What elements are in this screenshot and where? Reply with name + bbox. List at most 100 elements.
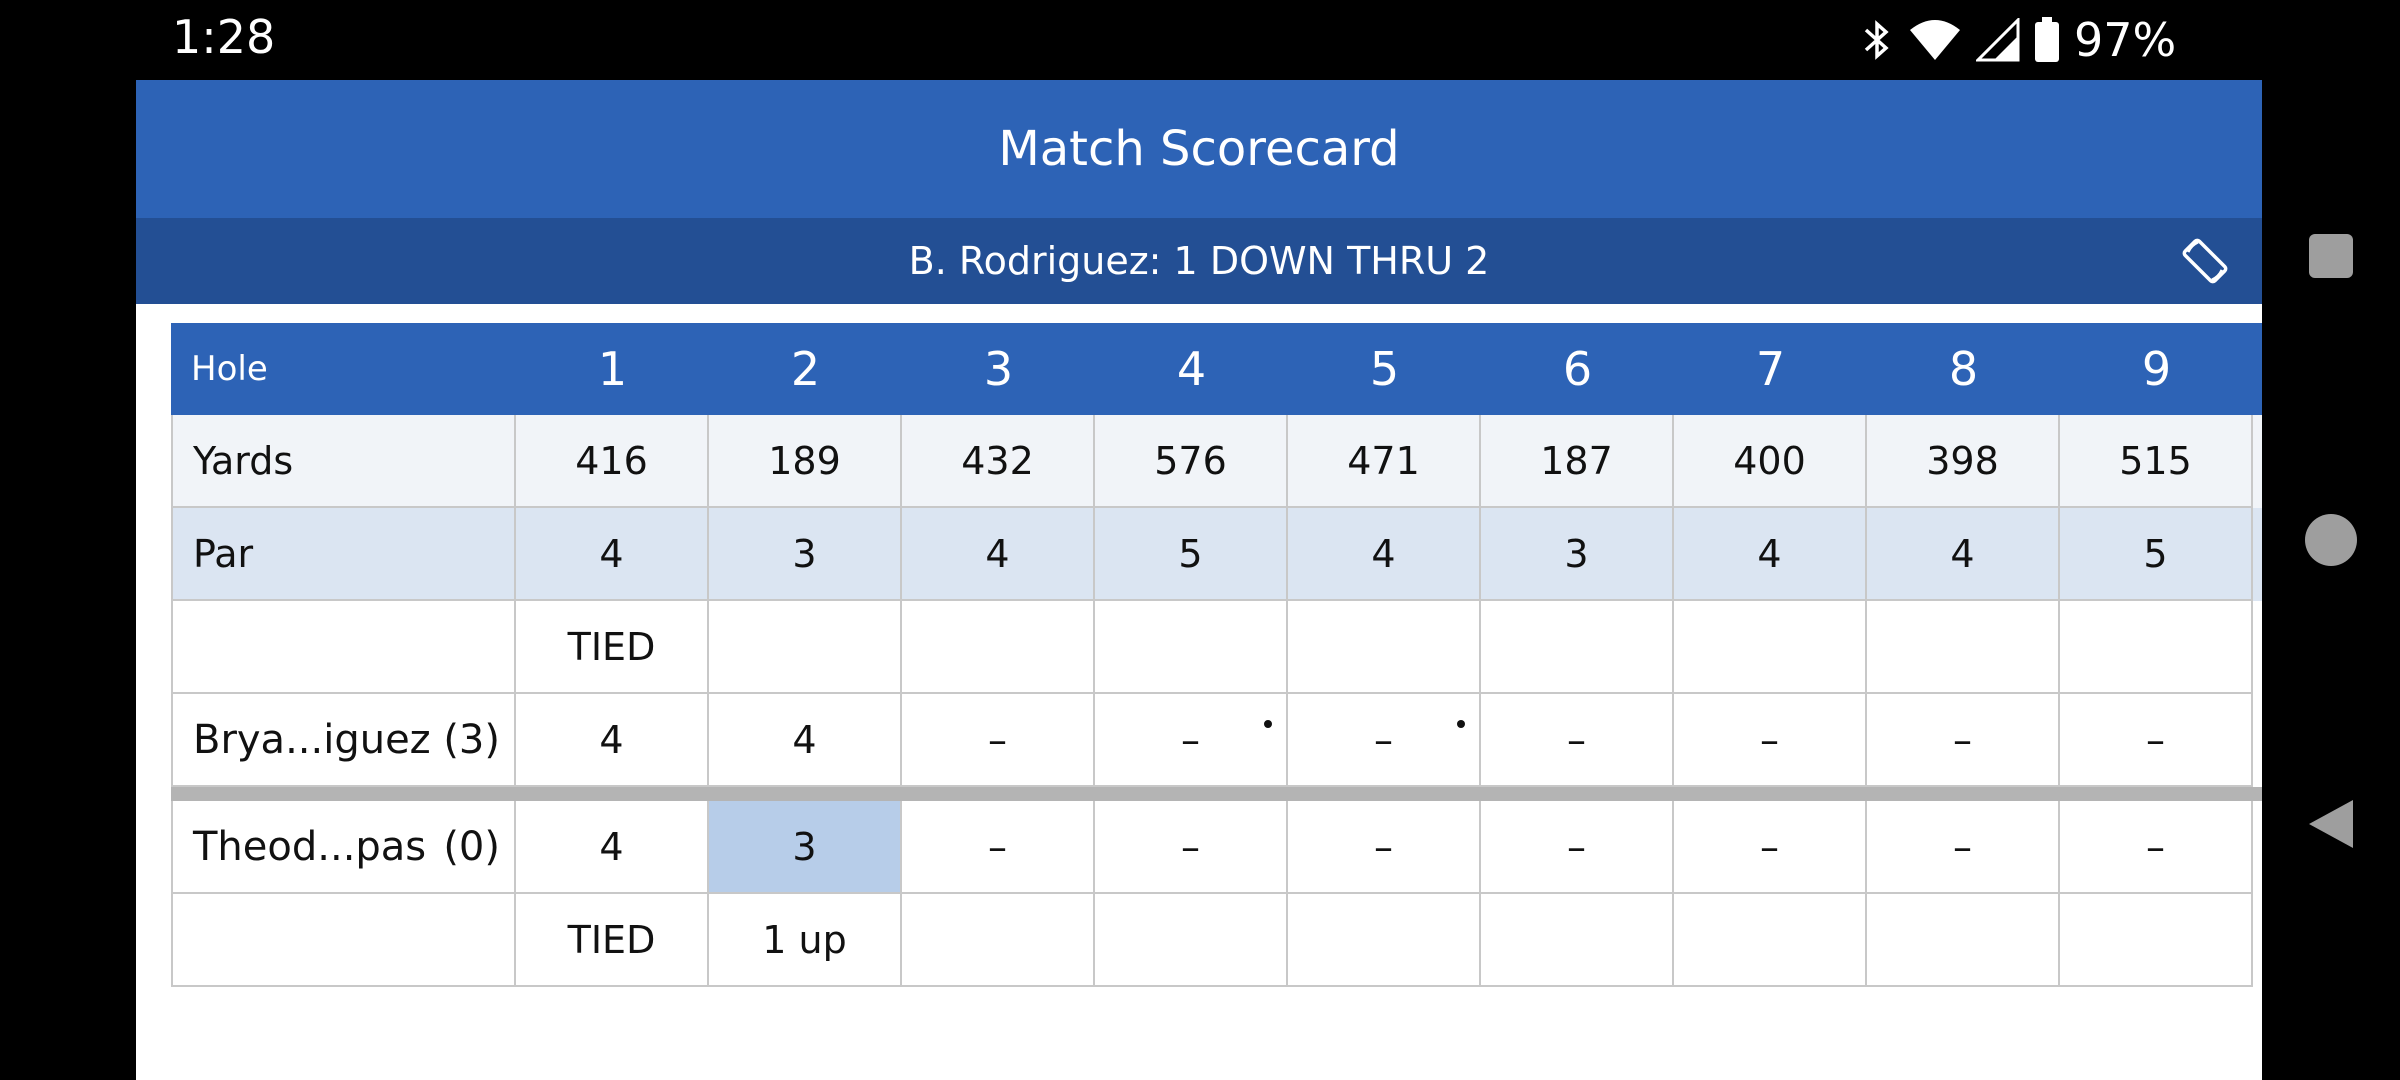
home-icon [2305, 514, 2357, 566]
score-cell: – [902, 801, 1095, 894]
match-status-cell [1867, 601, 2060, 694]
yards-label: Yards [171, 415, 516, 508]
par-cell: 5 [1095, 508, 1288, 601]
page-title: Match Scorecard [998, 121, 1400, 177]
yards-row: Yards 416 189 432 576 471 187 400 398 51… [171, 415, 2271, 508]
match-status-cell [1867, 894, 2060, 987]
hole-number: 7 [1755, 342, 1786, 396]
score-value: – [1181, 717, 1200, 762]
scorecard-table: Hole 1 2 3 4 5 6 7 8 9 Yards 416 189 432… [171, 323, 2271, 987]
score-cell: – [902, 694, 1095, 787]
par-cell: 5 [2060, 508, 2253, 601]
battery-percent: 97% [2074, 13, 2177, 67]
par-cell: 4 [1867, 508, 2060, 601]
match-status-cell [1674, 601, 1867, 694]
back-icon [2309, 800, 2353, 848]
app-header: Match Scorecard [136, 80, 2262, 218]
match-status-cell: TIED [516, 894, 709, 987]
status-bar: 1:28 97% [0, 0, 2400, 80]
players-divider [171, 787, 2271, 801]
score-cell: – [1674, 801, 1867, 894]
navigation-bar [2262, 80, 2400, 1080]
par-cell: 4 [1674, 508, 1867, 601]
rotate-screen-button[interactable] [2178, 234, 2232, 288]
match-status-bar: B. Rodriguez: 1 DOWN THRU 2 [136, 218, 2262, 304]
player2-row[interactable]: Theod...pas (0) 4 3 – – – – – – – [171, 801, 2271, 894]
par-cell: 4 [902, 508, 1095, 601]
cell-signal-icon [1976, 18, 2020, 62]
yards-cell: 400 [1674, 415, 1867, 508]
par-cell: 4 [516, 508, 709, 601]
score-cell: 4 [516, 694, 709, 787]
score-cell: – [1095, 801, 1288, 894]
score-cell: 4 [516, 801, 709, 894]
score-cell: – [1481, 801, 1674, 894]
empty-label-cell [171, 894, 516, 987]
hole-label: Hole [191, 349, 268, 389]
top-match-status-row: TIED [171, 601, 2271, 694]
score-cell: – [1674, 694, 1867, 787]
match-status-cell [2060, 894, 2253, 987]
back-button[interactable] [2262, 764, 2400, 884]
player2-name: Theod...pas [193, 823, 427, 870]
match-status-cell [1095, 894, 1288, 987]
match-status-cell [1095, 601, 1288, 694]
battery-icon [2034, 17, 2060, 63]
score-cell: – [2060, 801, 2253, 894]
stroke-dot [1457, 720, 1465, 728]
player2-label: Theod...pas (0) [171, 801, 516, 894]
recents-icon [2309, 234, 2353, 278]
match-status-cell [1674, 894, 1867, 987]
yards-cell: 398 [1867, 415, 2060, 508]
player2-handicap: (0) [443, 823, 500, 870]
player1-label: Brya...iguez (3) [171, 694, 516, 787]
hole-number: 3 [983, 342, 1014, 396]
bluetooth-icon [1860, 18, 1894, 62]
par-cell: 3 [709, 508, 902, 601]
score-cell: – [1288, 801, 1481, 894]
recents-button[interactable] [2262, 196, 2400, 316]
yards-cell: 416 [516, 415, 709, 508]
hole-number: 2 [790, 342, 821, 396]
player1-handicap: (3) [443, 716, 500, 763]
par-cell: 3 [1481, 508, 1674, 601]
wifi-icon [1908, 18, 1962, 62]
match-status-cell [2060, 601, 2253, 694]
rotate-screen-icon [2182, 238, 2228, 284]
par-label: Par [171, 508, 516, 601]
match-status-cell: TIED [516, 601, 709, 694]
hole-number: 1 [597, 342, 628, 396]
yards-cell: 187 [1481, 415, 1674, 508]
score-cell: – [2060, 694, 2253, 787]
match-status: B. Rodriguez: 1 DOWN THRU 2 [908, 239, 1490, 283]
score-cell-with-stroke: – [1288, 694, 1481, 787]
match-status-cell [1288, 894, 1481, 987]
empty-label-cell [171, 601, 516, 694]
yards-cell: 471 [1288, 415, 1481, 508]
hole-number: 5 [1369, 342, 1400, 396]
hole-number: 9 [2141, 342, 2172, 396]
yards-cell: 189 [709, 415, 902, 508]
status-time: 1:28 [172, 10, 276, 64]
match-status-cell: 1 up [709, 894, 902, 987]
par-cell: 4 [1288, 508, 1481, 601]
score-cell: – [1481, 694, 1674, 787]
player1-name: Brya...iguez [193, 716, 431, 763]
yards-cell: 432 [902, 415, 1095, 508]
status-icons: 97% [1860, 8, 2176, 72]
yards-cell: 515 [2060, 415, 2253, 508]
match-status-cell [709, 601, 902, 694]
hole-number: 8 [1948, 342, 1979, 396]
match-status-cell [1481, 601, 1674, 694]
match-status-cell [1481, 894, 1674, 987]
player1-row[interactable]: Brya...iguez (3) 4 4 – – – – – – – [171, 694, 2271, 787]
score-value: – [1374, 717, 1393, 762]
score-cell: – [1867, 801, 2060, 894]
home-button[interactable] [2262, 480, 2400, 600]
yards-cell: 576 [1095, 415, 1288, 508]
match-status-cell [902, 601, 1095, 694]
score-cell: 4 [709, 694, 902, 787]
hole-number: 6 [1562, 342, 1593, 396]
stroke-dot [1264, 720, 1272, 728]
match-status-cell [1288, 601, 1481, 694]
